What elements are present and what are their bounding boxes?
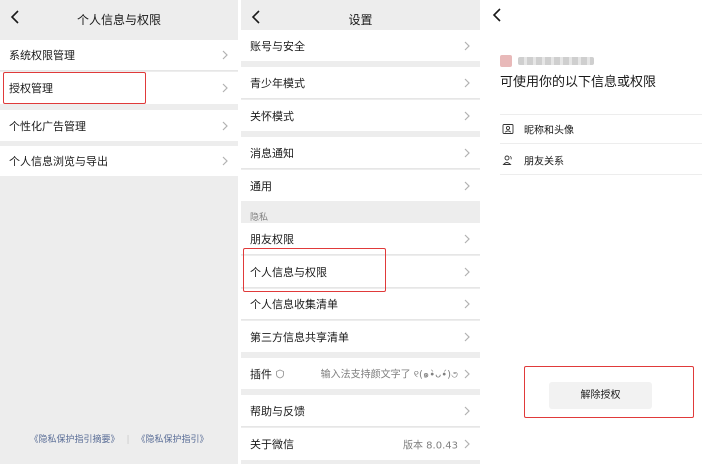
chevron-right-icon [463, 77, 471, 89]
chevron-right-icon [221, 120, 229, 132]
chevron-right-icon [463, 331, 471, 343]
chevron-right-icon [463, 180, 471, 192]
plugin-promo-text: 输入法支持颜文字了 ୧(๑•̀ᴗ•́)૭ [320, 369, 458, 380]
id-card-icon [502, 123, 514, 135]
settings-item-label: 帮助与反馈 [250, 404, 305, 418]
menu-item-label: 授权管理 [9, 82, 53, 95]
authorization-detail-screen: 可使用你的以下信息或权限 昵称和头像 朋友关系 解除授权 [486, 0, 720, 464]
chevron-right-icon [221, 49, 229, 61]
privacy-permissions-screen: 个人信息与权限 系统权限管理 授权管理 个性化广告管理 个人信息浏览与导出 《隐… [0, 0, 238, 464]
chevron-right-icon [463, 368, 471, 380]
version-text: 版本 8.0.43 [403, 440, 458, 452]
settings-item-label: 第三方信息共享清单 [250, 330, 349, 344]
settings-item-general[interactable]: 通用 [241, 170, 480, 201]
chevron-right-icon [463, 266, 471, 278]
settings-item-label: 关怀模式 [250, 109, 294, 123]
settings-item-care-mode[interactable]: 关怀模式 [241, 100, 480, 131]
settings-item-friend-permissions[interactable]: 朋友权限 [241, 223, 480, 255]
settings-item-third-party-sharing-list[interactable]: 第三方信息共享清单 [241, 321, 480, 352]
permission-label: 朋友关系 [524, 156, 564, 167]
settings-item-account-security[interactable]: 账号与安全 [241, 30, 480, 61]
permissions-heading: 可使用你的以下信息或权限 [500, 75, 657, 90]
chevron-right-icon [463, 40, 471, 52]
permission-item-nickname-avatar: 昵称和头像 [500, 114, 702, 144]
settings-item-label: 个人信息与权限 [250, 265, 327, 279]
settings-item-label: 朋友权限 [250, 232, 294, 246]
section-label-privacy: 隐私 [250, 213, 269, 223]
settings-item-teen-mode[interactable]: 青少年模式 [241, 67, 480, 99]
chevron-left-icon [492, 8, 501, 22]
settings-item-personal-info-permissions[interactable]: 个人信息与权限 [241, 256, 480, 288]
settings-item-label: 通用 [250, 179, 272, 193]
nav-bar [486, 0, 720, 36]
revoke-authorization-button[interactable]: 解除授权 [549, 382, 652, 409]
menu-item-authorization[interactable]: 授权管理 [0, 72, 238, 104]
plugin-icon [275, 369, 285, 379]
footer-links: 《隐私保护指引摘要》 | 《隐私保护指引》 [0, 432, 238, 445]
permission-item-friend-relations: 朋友关系 [500, 145, 702, 175]
settings-item-label: 消息通知 [250, 146, 294, 160]
privacy-guide-link[interactable]: 《隐私保护指引》 [137, 435, 209, 445]
chevron-right-icon [221, 155, 229, 167]
chevron-right-icon [463, 438, 471, 450]
settings-item-label: 个人信息收集清单 [250, 298, 338, 311]
app-name-redacted [518, 57, 594, 65]
settings-item-info-collection-list[interactable]: 个人信息收集清单 [241, 289, 480, 320]
menu-item-label: 个性化广告管理 [9, 119, 86, 133]
chevron-right-icon [463, 110, 471, 122]
settings-item-label: 插件 [250, 367, 272, 381]
chevron-right-icon [463, 405, 471, 417]
settings-item-about-wechat[interactable]: 关于微信 版本 8.0.43 [241, 428, 480, 460]
page-title: 设置 [348, 13, 373, 27]
page-title: 个人信息与权限 [76, 13, 161, 27]
back-button[interactable] [490, 6, 506, 24]
permission-label: 昵称和头像 [524, 125, 574, 137]
chevron-right-icon [463, 298, 471, 310]
settings-item-label: 账号与安全 [250, 39, 305, 53]
settings-screen: 设置 账号与安全 青少年模式 关怀模式 消息通知 通用 隐私 朋友权限 个人信息… [241, 0, 480, 464]
menu-item-label: 系统权限管理 [9, 49, 75, 62]
chevron-right-icon [463, 147, 471, 159]
chevron-right-icon [463, 233, 471, 245]
app-avatar [500, 55, 512, 67]
chevron-right-icon [221, 82, 229, 94]
menu-item-personalized-ads[interactable]: 个性化广告管理 [0, 110, 238, 141]
menu-item-label: 个人信息浏览与导出 [9, 155, 108, 168]
privacy-summary-link[interactable]: 《隐私保护指引摘要》 [29, 435, 119, 445]
menu-item-info-browse-export[interactable]: 个人信息浏览与导出 [0, 146, 238, 176]
separator: | [126, 435, 130, 445]
nav-bar: 个人信息与权限 [0, 0, 238, 36]
friends-icon [502, 154, 514, 166]
settings-item-label: 关于微信 [250, 438, 294, 451]
menu-item-system-permissions[interactable]: 系统权限管理 [0, 40, 238, 71]
settings-item-plugins[interactable]: 插件 输入法支持颜文字了 ୧(๑•̀ᴗ•́)૭ [241, 358, 480, 389]
settings-item-help-feedback[interactable]: 帮助与反馈 [241, 395, 480, 427]
settings-item-notifications[interactable]: 消息通知 [241, 137, 480, 169]
settings-item-label: 青少年模式 [250, 76, 305, 90]
